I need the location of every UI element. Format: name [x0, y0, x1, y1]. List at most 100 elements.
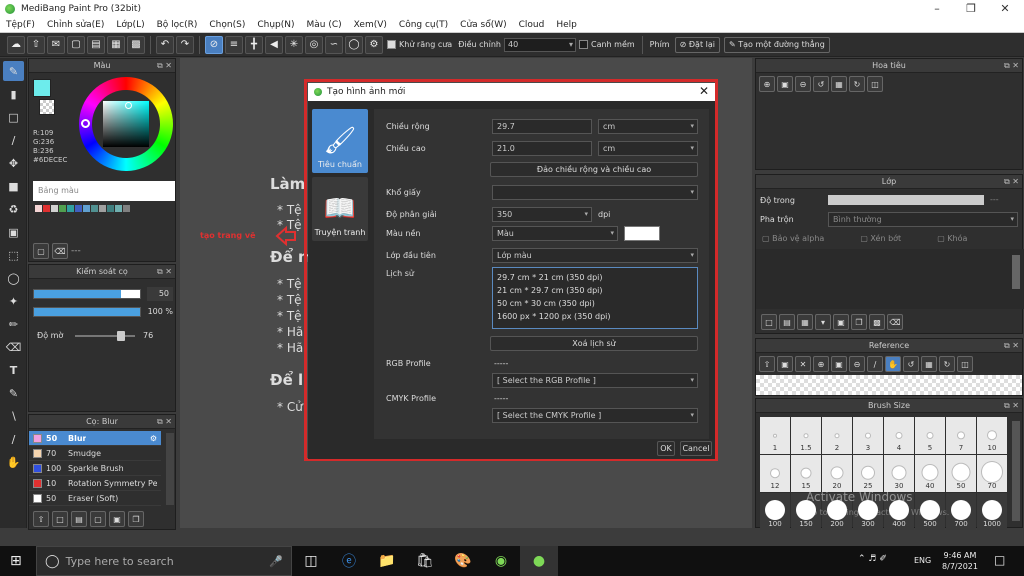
- menu-file[interactable]: Tệp(F): [6, 20, 35, 30]
- dropper2-icon[interactable]: ∕: [3, 429, 24, 449]
- maximize-icon[interactable]: ❐: [954, 0, 988, 17]
- panel-icon[interactable]: ▤: [87, 35, 105, 54]
- parallel-icon[interactable]: ≡: [225, 35, 243, 54]
- eyedropper-icon[interactable]: ∖: [3, 406, 24, 426]
- menu-help[interactable]: Help: [556, 20, 577, 30]
- history-item[interactable]: 50 cm * 30 cm (350 dpi): [497, 297, 693, 310]
- brush-import-icon[interactable]: ⇧: [33, 511, 49, 527]
- ref-flip-icon[interactable]: ◫: [957, 356, 973, 372]
- layer-folder-icon[interactable]: ▣: [833, 314, 849, 330]
- menu-select[interactable]: Chọn(S): [209, 20, 245, 30]
- layer-list[interactable]: [756, 249, 1024, 309]
- height-unit-select[interactable]: cm ▾: [598, 141, 698, 156]
- brush-size-cell[interactable]: 3: [853, 417, 883, 454]
- brush-size-cell[interactable]: 700: [946, 493, 976, 530]
- upload-icon[interactable]: ⇧: [27, 35, 45, 54]
- protect-alpha-checkbox[interactable]: ▢ Bảo vệ alpha: [762, 234, 824, 243]
- height-input[interactable]: 21.0: [492, 141, 592, 156]
- brush-new-icon[interactable]: □: [52, 511, 68, 527]
- ref-rotate-left-icon[interactable]: ↺: [903, 356, 919, 372]
- panel3-icon[interactable]: ▩: [127, 35, 145, 54]
- store-icon[interactable]: 🛍: [406, 546, 444, 576]
- swap-dimensions-button[interactable]: Đảo chiều rộng và chiều cao: [490, 162, 698, 177]
- size-value[interactable]: 50: [147, 287, 173, 301]
- cmyk-profile-select[interactable]: [ Select the CMYK Profile ] ▾: [492, 408, 698, 423]
- magic-wand-icon[interactable]: ✦: [3, 291, 24, 311]
- ref-zoom-out-icon[interactable]: ⊖: [849, 356, 865, 372]
- clock[interactable]: 9:46 AM 8/7/2021: [940, 550, 980, 572]
- dialog-close-icon[interactable]: ✕: [699, 84, 709, 98]
- snap-checkbox[interactable]: [578, 40, 588, 49]
- first-layer-select[interactable]: Lớp màu ▾: [492, 248, 698, 263]
- menu-snap[interactable]: Chụp(N): [257, 20, 294, 30]
- history-list[interactable]: 29.7 cm * 21 cm (350 dpi) 21 cm * 29.7 c…: [492, 267, 698, 329]
- ref-zoom-in-icon[interactable]: ⊕: [813, 356, 829, 372]
- rotate-left-icon[interactable]: ↺: [813, 76, 829, 92]
- hue-wheel[interactable]: [79, 77, 173, 171]
- brush-size-cell[interactable]: 25: [853, 455, 883, 492]
- menu-edit[interactable]: Chỉnh sửa(E): [47, 20, 104, 30]
- file-explorer-icon[interactable]: 📁: [368, 546, 406, 576]
- brush-size-cell[interactable]: 4: [884, 417, 914, 454]
- speech-icon[interactable]: ✉: [47, 35, 65, 54]
- ref-actual-icon[interactable]: ▦: [921, 356, 937, 372]
- rect-tool-icon[interactable]: □: [3, 107, 24, 127]
- cloud-icon[interactable]: ☁: [7, 35, 25, 54]
- brush-size-cell[interactable]: 7: [946, 417, 976, 454]
- new-layer3-icon[interactable]: ▦: [797, 314, 813, 330]
- brush-size-cell[interactable]: 10: [977, 417, 1007, 454]
- new-layer2-icon[interactable]: ▤: [779, 314, 795, 330]
- bucket-tool-icon[interactable]: ♻: [3, 199, 24, 219]
- history-item[interactable]: 29.7 cm * 21 cm (350 dpi): [497, 271, 693, 284]
- brush-size-cell[interactable]: 50: [946, 455, 976, 492]
- blend-select[interactable]: Bình thường ▾: [828, 212, 1018, 227]
- microphone-icon[interactable]: 🎤: [269, 555, 283, 568]
- width-input[interactable]: 29.7: [492, 119, 592, 134]
- brush-size-cell[interactable]: 1.5: [791, 417, 821, 454]
- lock-checkbox[interactable]: ▢ Khóa: [937, 234, 967, 243]
- panel2-icon[interactable]: ▦: [107, 35, 125, 54]
- brush-list-item[interactable]: 10 Rotation Symmetry Pe: [29, 476, 161, 491]
- radial-icon[interactable]: ✳: [285, 35, 303, 54]
- size-slider[interactable]: [33, 289, 141, 299]
- layer-opacity-slider[interactable]: [828, 195, 984, 205]
- reset-button[interactable]: ⊘ Đặt lại: [674, 36, 720, 53]
- brush-size-cell[interactable]: 15: [791, 455, 821, 492]
- select-pen-icon[interactable]: ✏: [3, 314, 24, 334]
- no-guide-icon[interactable]: ⊘: [205, 35, 223, 54]
- menu-layer[interactable]: Lớp(L): [116, 20, 144, 30]
- clip-checkbox[interactable]: ▢ Xén bớt: [860, 234, 901, 243]
- select-eraser-icon[interactable]: ⌫: [3, 337, 24, 357]
- brush-add-icon[interactable]: ▤: [71, 511, 87, 527]
- palette-header[interactable]: Bảng màu: [33, 181, 175, 201]
- background-color-select[interactable]: Màu ▾: [492, 226, 618, 241]
- straight-line-button[interactable]: ✎ Tạo một đường thẳng: [723, 36, 830, 53]
- hand-tool-icon[interactable]: ✋: [3, 452, 24, 472]
- paper-size-select[interactable]: ▾: [492, 185, 698, 200]
- palette-add-icon[interactable]: ▢: [33, 243, 49, 259]
- layer-merge-icon[interactable]: ▩: [869, 314, 885, 330]
- edge-icon[interactable]: ⓔ: [330, 546, 368, 576]
- brush-size-cell[interactable]: 100: [760, 493, 790, 530]
- cross-icon[interactable]: ╋: [245, 35, 263, 54]
- settings-icon[interactable]: ⚙: [365, 35, 383, 54]
- text-tool-icon[interactable]: T: [3, 360, 24, 380]
- fill-rect-icon[interactable]: ■: [3, 176, 24, 196]
- flip-icon[interactable]: ◫: [867, 76, 883, 92]
- minimize-icon[interactable]: –: [920, 0, 954, 17]
- brush-size-cell[interactable]: 1: [760, 417, 790, 454]
- zoom-in-icon[interactable]: ⊕: [759, 76, 775, 92]
- ref-folder-icon[interactable]: ▣: [777, 356, 793, 372]
- tray-icons[interactable]: ⌃ ♬ ✐: [858, 554, 887, 564]
- background-color-swatch[interactable]: [39, 99, 55, 115]
- move-tool-icon[interactable]: ✥: [3, 153, 24, 173]
- medibang-taskbar-icon[interactable]: ●: [520, 546, 558, 576]
- speech2-icon[interactable]: ▢: [67, 35, 85, 54]
- layer-menu-icon[interactable]: ▾: [815, 314, 831, 330]
- history-item[interactable]: 1600 px * 1200 px (350 dpi): [497, 310, 693, 323]
- background-color-swatch[interactable]: [624, 226, 660, 241]
- ref-fit-icon[interactable]: ▣: [831, 356, 847, 372]
- layer-duplicate-icon[interactable]: ❐: [851, 314, 867, 330]
- brush-scrollbar[interactable]: [166, 433, 174, 505]
- foreground-color-swatch[interactable]: [33, 79, 51, 97]
